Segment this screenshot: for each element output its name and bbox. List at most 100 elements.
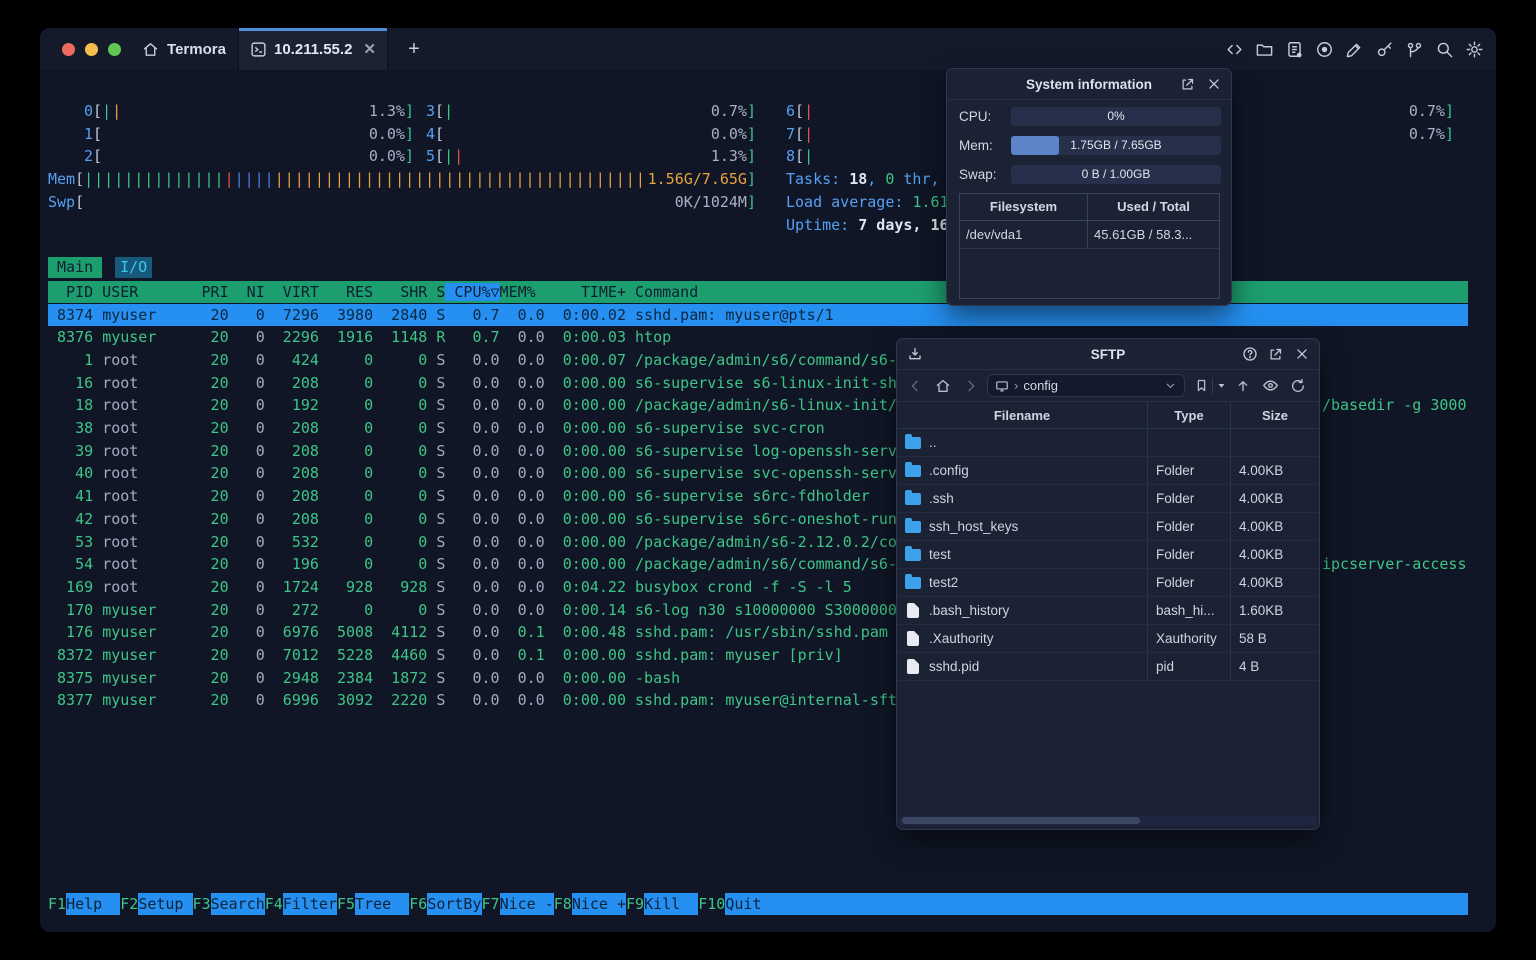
file-type: Folder: [1148, 485, 1231, 512]
keychain-icon[interactable]: [1405, 40, 1424, 59]
minimize-window-button[interactable]: [85, 42, 98, 56]
fkey-F1: F1: [48, 895, 67, 913]
fkey-action-nice +[interactable]: Nice +: [571, 893, 626, 915]
tab-close-icon[interactable]: ✕: [363, 40, 376, 58]
close-icon[interactable]: [1293, 346, 1310, 363]
bookmark-caret-icon[interactable]: [1216, 381, 1226, 390]
file-type: pid: [1148, 653, 1231, 680]
fkey-action-kill[interactable]: Kill: [644, 893, 699, 915]
close-icon[interactable]: [1205, 76, 1222, 93]
terminal-icon: [250, 41, 267, 58]
file-name: .ssh: [929, 491, 954, 506]
fkey-action-help[interactable]: Help: [66, 893, 121, 915]
new-tab-button[interactable]: +: [402, 37, 426, 61]
file-size: 4.00KB: [1239, 491, 1284, 506]
file-row-.ssh[interactable]: .ssh Folder 4.00KB: [897, 485, 1319, 513]
edit-icon[interactable]: [1345, 40, 1364, 59]
refresh-icon[interactable]: [1290, 378, 1306, 394]
path-breadcrumb[interactable]: › config: [987, 374, 1185, 397]
file-row-test[interactable]: test Folder 4.00KB: [897, 541, 1319, 569]
download-icon[interactable]: [907, 346, 923, 362]
file-row-.config[interactable]: .config Folder 4.00KB: [897, 457, 1319, 485]
col-type[interactable]: Type: [1148, 402, 1231, 428]
system-information-panel: System information CPU: 0% Mem: 1.75GB /…: [946, 68, 1232, 306]
zoom-window-button[interactable]: [108, 42, 121, 56]
file-row-test2[interactable]: test2 Folder 4.00KB: [897, 569, 1319, 597]
fkey-F4: F4: [264, 895, 283, 913]
code-icon[interactable]: [1225, 40, 1244, 59]
scrollbar-thumb[interactable]: [902, 817, 1140, 824]
fkey-action-search[interactable]: Search: [210, 893, 265, 915]
file-row-.Xauthority[interactable]: .Xauthority Xauthority 58 B: [897, 625, 1319, 653]
file-size: 58 B: [1239, 631, 1267, 646]
sftp-panel: SFTP › config Filename Type Size .. .con…: [896, 338, 1320, 830]
htop-tab-main[interactable]: Main: [48, 257, 103, 278]
file-row-..[interactable]: ..: [897, 429, 1319, 457]
fkey-action-setup[interactable]: Setup: [138, 893, 193, 915]
process-row-8374[interactable]: 8374 myuser 20 0 7296 3980 2840 S 0.7 0.…: [48, 303, 1468, 327]
filesystem-row[interactable]: /dev/vda1 45.61GB / 58.3...: [960, 221, 1219, 249]
tab-home-label: Termora: [167, 40, 226, 58]
swap-meter: Swp[0K/1024M]: [48, 192, 756, 211]
file-row-.bash_history[interactable]: .bash_history bash_hi... 1.60KB: [897, 597, 1319, 625]
fkey-F8: F8: [553, 895, 572, 913]
bookmark-icon[interactable]: [1194, 378, 1209, 393]
sysinfo-header: System information: [947, 69, 1231, 100]
file-size: 4 B: [1239, 659, 1260, 674]
fs-device: /dev/vda1: [960, 221, 1088, 248]
forward-icon[interactable]: [963, 378, 979, 394]
file-size: [1231, 429, 1319, 456]
col-filename[interactable]: Filename: [897, 402, 1148, 428]
log-icon[interactable]: [1285, 40, 1304, 59]
swap-label: Swap:: [959, 166, 997, 182]
sftp-toolbar: › config: [897, 370, 1319, 402]
traffic-lights: [62, 28, 121, 70]
folder-icon: [905, 489, 921, 505]
cpu-meter-1: 1[0.0%]: [84, 124, 414, 143]
tab-session[interactable]: 10.211.55.2 ✕: [238, 28, 388, 70]
fkey-action-tree[interactable]: Tree: [355, 893, 410, 915]
htop-screen-tabs: Main I/O: [48, 257, 153, 278]
filesystem-table-header: Filesystem Used / Total: [960, 194, 1219, 221]
function-key-bar: F1 Help F2 Setup F3 Search F4 Filter F5 Tree F6…: [48, 893, 1468, 915]
sftp-header: SFTP: [897, 339, 1319, 370]
close-window-button[interactable]: [62, 42, 75, 56]
fkey-action-quit[interactable]: Quit: [725, 893, 1468, 915]
file-row-sshd.pid[interactable]: sshd.pid pid 4 B: [897, 653, 1319, 681]
fkey-F7: F7: [481, 895, 500, 913]
fkey-action-nice -[interactable]: Nice -: [499, 893, 554, 915]
upload-icon[interactable]: [1235, 378, 1251, 394]
desktop: Termora 10.211.55.2 ✕ + 0[|| 1.3%] 1[0.0%]…: [0, 0, 1536, 960]
filesystem-table: Filesystem Used / Total /dev/vda1 45.61G…: [959, 193, 1220, 299]
htop-tab-io[interactable]: I/O: [115, 257, 153, 278]
tab-home[interactable]: Termora: [130, 28, 238, 70]
file-row-ssh_host_keys[interactable]: ssh_host_keys Folder 4.00KB: [897, 513, 1319, 541]
search-icon[interactable]: [1435, 40, 1454, 59]
show-hidden-icon[interactable]: [1262, 377, 1279, 394]
fs-col-used-total: Used / Total: [1117, 199, 1190, 214]
fs-used-total: 45.61GB / 58.3...: [1094, 227, 1193, 242]
folder-icon[interactable]: [1255, 40, 1274, 59]
key-icon[interactable]: [1375, 40, 1394, 59]
back-icon[interactable]: [907, 378, 923, 394]
popout-icon[interactable]: [1267, 346, 1284, 363]
swap-usage-text: 0 B / 1.00GB: [1081, 166, 1151, 181]
fkey-action-filter[interactable]: Filter: [282, 893, 337, 915]
fkey-action-sortby[interactable]: SortBy: [427, 893, 482, 915]
file-type: [1148, 429, 1231, 456]
settings-icon[interactable]: [1465, 40, 1484, 59]
tab-session-label: 10.211.55.2: [274, 40, 353, 58]
file-name: test2: [929, 575, 959, 590]
horizontal-scrollbar[interactable]: [899, 816, 1317, 825]
file-type: Folder: [1148, 541, 1231, 568]
col-size[interactable]: Size: [1231, 402, 1319, 428]
popout-icon[interactable]: [1179, 76, 1196, 93]
process-table-header[interactable]: PID USER PRI NI VIRT RES SHR S CPU%▽MEM%…: [48, 281, 1468, 303]
chevron-down-icon[interactable]: [1164, 379, 1177, 392]
fkey-F3: F3: [192, 895, 211, 913]
record-icon[interactable]: [1315, 40, 1334, 59]
file-list: .. .config Folder 4.00KB .ssh Folder 4.00KB ssh…: [897, 429, 1319, 681]
file-type: Folder: [1148, 513, 1231, 540]
home-icon[interactable]: [935, 378, 951, 394]
help-icon[interactable]: [1241, 346, 1258, 363]
